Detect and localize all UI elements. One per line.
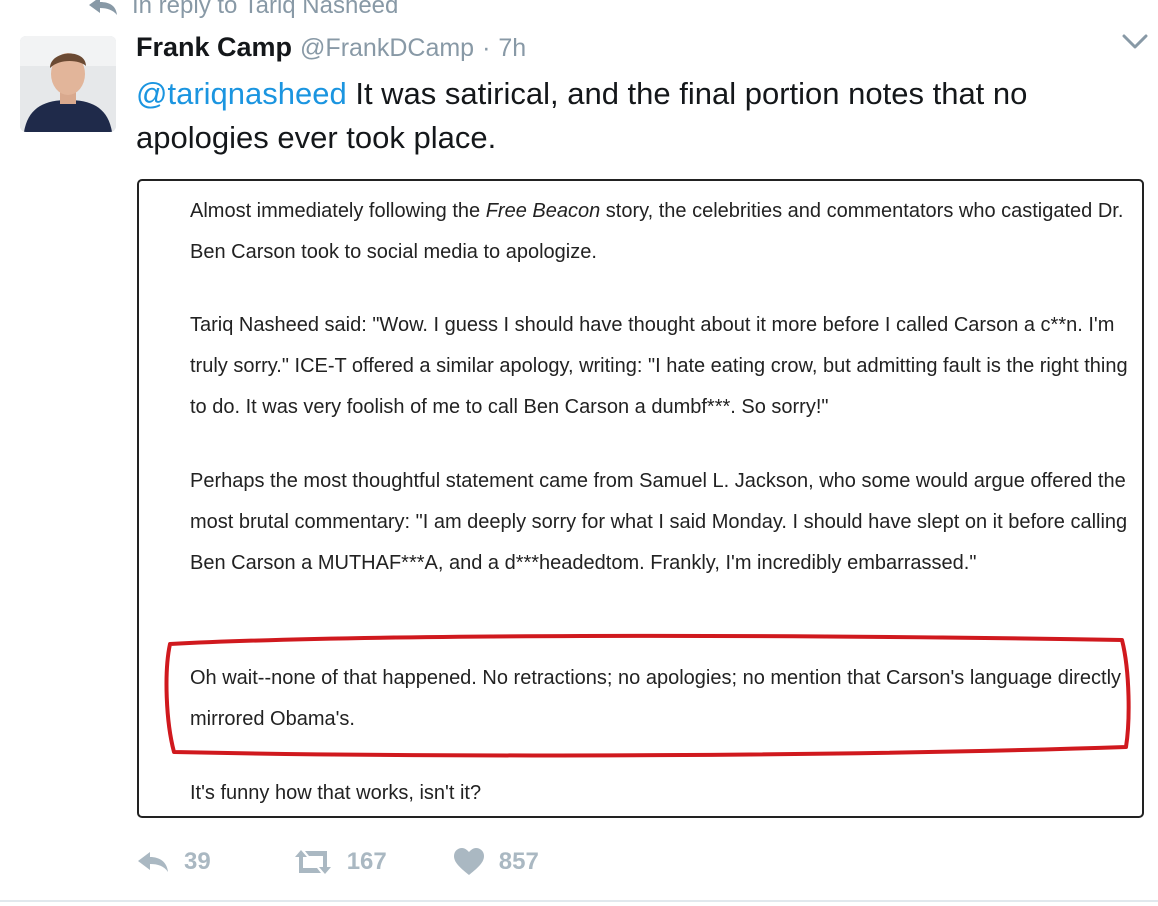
author-handle[interactable]: @FrankDCamp [300, 34, 474, 63]
reply-context-text: In reply to Tariq Nasheed [132, 0, 399, 19]
article-paragraph-3: Perhaps the most thoughtful statement ca… [190, 470, 1128, 574]
reply-icon [138, 852, 168, 872]
red-highlight-outline [164, 633, 1131, 758]
author-name[interactable]: Frank Camp [136, 32, 292, 63]
reply-count: 39 [184, 848, 211, 875]
like-count: 857 [498, 848, 539, 875]
retweet-icon [294, 850, 331, 874]
retweet-button[interactable]: 167 [293, 848, 387, 876]
avatar[interactable] [20, 36, 116, 132]
reply-button[interactable]: 39 [136, 848, 211, 876]
article-paragraph-5: It's funny how that works, isn't it? [190, 782, 482, 804]
like-button[interactable]: 857 [453, 848, 539, 876]
heart-icon [453, 848, 484, 875]
chevron-down-icon[interactable] [1122, 34, 1148, 50]
profile-photo [20, 36, 116, 132]
article-paragraph-2: Tariq Nasheed said: "Wow. I guess I shou… [190, 314, 1128, 418]
divider [0, 900, 1158, 902]
mention-link[interactable]: @tariqnasheed [136, 76, 347, 111]
tweet-header: Frank Camp @FrankDCamp · 7h [136, 32, 526, 63]
timestamp[interactable]: 7h [498, 34, 526, 63]
tweet-text: @tariqnasheed It was satirical, and the … [136, 72, 1136, 160]
retweet-count: 167 [346, 848, 387, 875]
reply-context[interactable]: In reply to Tariq Nasheed [88, 0, 398, 22]
article-paragraph-1: Almost immediately following the Free Be… [190, 200, 1124, 263]
tweet-actions: 39 167 857 [136, 840, 539, 884]
separator-dot: · [482, 34, 491, 62]
reply-arrow-icon [89, 0, 117, 15]
italic-source: Free Beacon [485, 200, 601, 222]
